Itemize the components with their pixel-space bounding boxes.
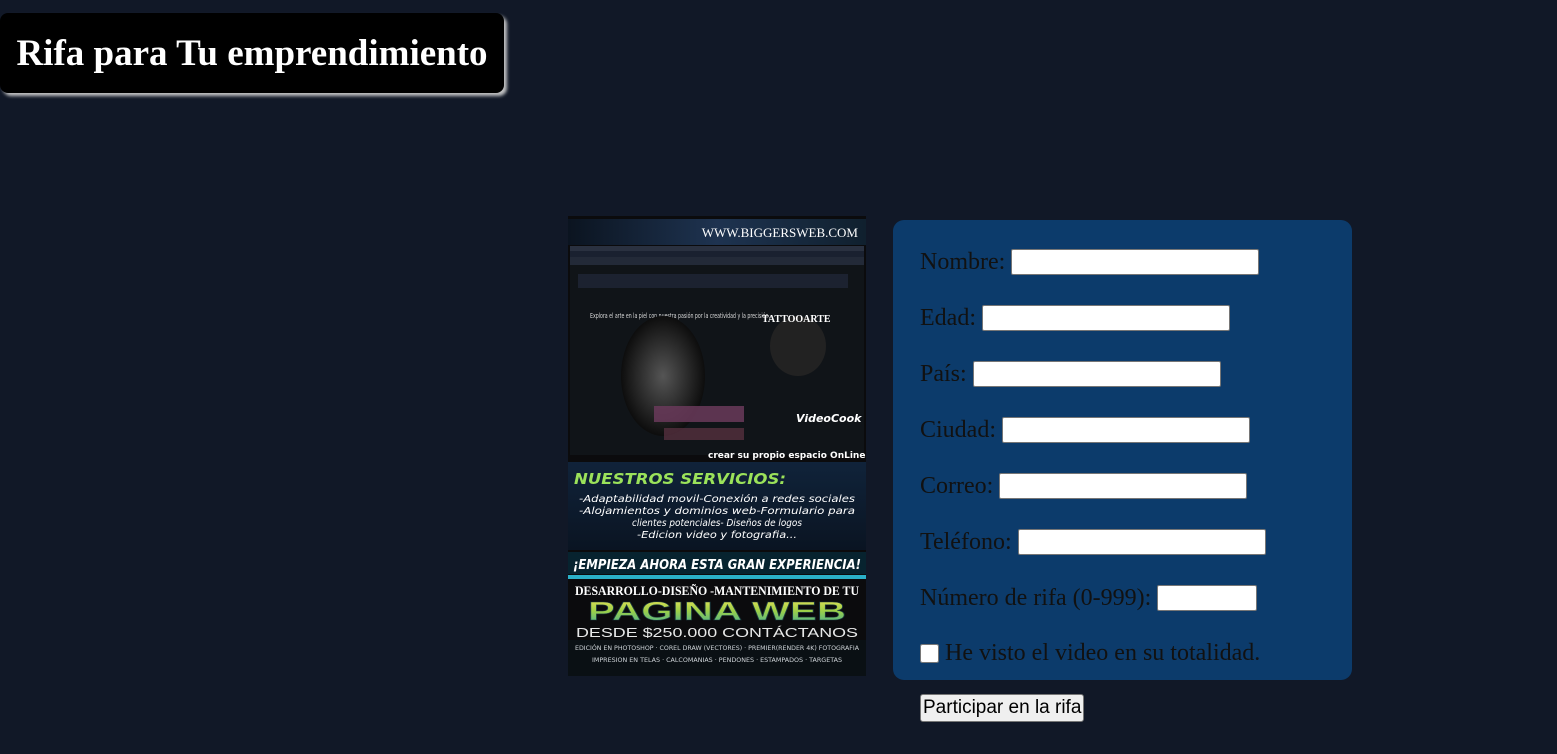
- poster-site-url: WWW.BIGGERSWEB.COM: [702, 225, 859, 240]
- poster-watermark: VideoCook: [796, 412, 862, 425]
- poster-price-line: DESDE $250.000 CONTÁCTANOS: [576, 625, 858, 640]
- nombre-input[interactable]: [1011, 249, 1260, 275]
- ciudad-row: Ciudad:: [920, 415, 1250, 445]
- poster-services-title: NUESTROS SERVICIOS:: [574, 470, 786, 488]
- telefono-input[interactable]: [1017, 529, 1266, 555]
- numero-rifa-label: Número de rifa (0-999):: [920, 584, 1152, 611]
- poster-brand: TATTOOARTE: [762, 314, 831, 325]
- edad-row: Edad:: [920, 303, 1230, 333]
- poster-big-title: PAGINA WEB: [588, 596, 846, 626]
- poster-service-line-3: clientes potenciales- Diseños de logos: [632, 518, 802, 529]
- ciudad-input[interactable]: [1002, 417, 1250, 443]
- page-title: Rifa para Tu emprendimiento: [0, 13, 504, 93]
- telefono-label: Teléfono:: [920, 528, 1012, 555]
- poster-hero-text: Explora el arte en la piel con nuestra p…: [590, 312, 770, 320]
- raffle-form: Nombre: Edad: País: Ciudad: Correo: Telé…: [893, 220, 1352, 680]
- nombre-row: Nombre:: [920, 247, 1260, 277]
- ciudad-label: Ciudad:: [920, 416, 996, 443]
- poster-cta: ¡EMPIEZA AHORA ESTA GRAN EXPERIENCIA!: [573, 558, 861, 573]
- poster-service-line-1: -Adaptabilidad movil-Conexión a redes so…: [579, 493, 855, 505]
- promo-poster-image: WWW.BIGGERSWEB.COM Explora el arte en la…: [568, 216, 866, 676]
- poster-footer-1: EDICIÓN EN PHOTOSHOP · COREL DRAW (VECTO…: [575, 645, 860, 652]
- video-watched-checkbox[interactable]: [920, 643, 939, 663]
- poster-service-line-2: -Alojamientos y dominios web-Formulario …: [579, 506, 855, 517]
- correo-label: Correo:: [920, 472, 994, 499]
- poster-footer-2: IMPRESION EN TELAS · CALCOMANIAS · PENDO…: [592, 657, 842, 664]
- nombre-label: Nombre:: [920, 248, 1006, 275]
- video-watched-label: He visto el video en su totalidad.: [945, 639, 1261, 666]
- edad-input[interactable]: [981, 305, 1230, 331]
- video-check-row: He visto el video en su totalidad.: [920, 638, 1260, 668]
- correo-input[interactable]: [999, 473, 1248, 499]
- telefono-row: Teléfono:: [920, 527, 1266, 557]
- correo-row: Correo:: [920, 471, 1248, 501]
- edad-label: Edad:: [920, 304, 976, 331]
- poster-service-line-4: -Edicion video y fotografia...: [637, 530, 797, 541]
- browser-tabs-bar: [570, 246, 864, 251]
- numero-rifa-input[interactable]: [1157, 585, 1258, 611]
- page-title-text: Rifa para Tu emprendimiento: [16, 32, 488, 74]
- poster-online-line: crear su propio espacio OnLine.: [708, 451, 866, 461]
- pais-input[interactable]: [972, 361, 1221, 387]
- numero-rifa-row: Número de rifa (0-999):: [920, 583, 1258, 613]
- pais-label: País:: [920, 360, 967, 387]
- pais-row: País:: [920, 359, 1221, 389]
- participar-button[interactable]: Participar en la rifa: [920, 694, 1085, 722]
